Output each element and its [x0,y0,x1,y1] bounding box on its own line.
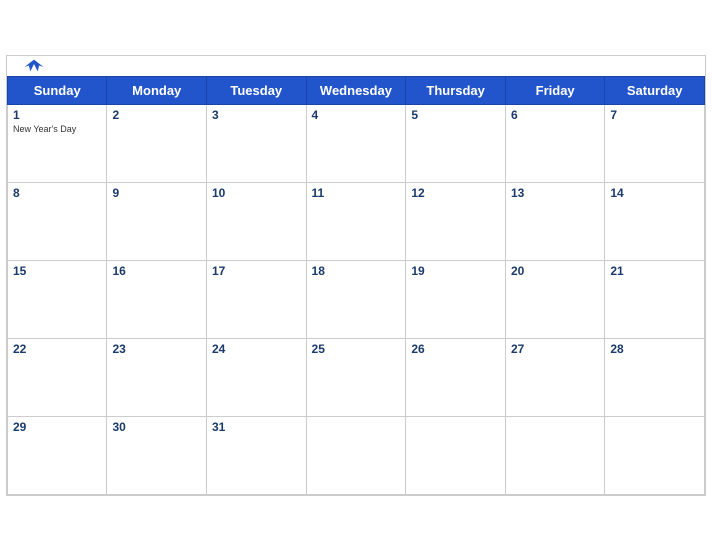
calendar-day-cell: 11 [306,182,406,260]
calendar-day-cell [505,416,604,494]
calendar-day-cell: 18 [306,260,406,338]
calendar-day-cell: 19 [406,260,506,338]
day-number: 25 [312,342,401,356]
day-number: 4 [312,108,401,122]
day-number: 3 [212,108,301,122]
day-number: 10 [212,186,301,200]
weekday-header-saturday: Saturday [605,76,705,104]
day-number: 5 [411,108,500,122]
calendar-day-cell: 9 [107,182,207,260]
day-number: 31 [212,420,301,434]
calendar-day-cell [306,416,406,494]
day-number: 26 [411,342,500,356]
calendar-day-cell: 16 [107,260,207,338]
day-number: 29 [13,420,101,434]
calendar-week-row: 1 New Year's Day 234567 [8,104,705,182]
day-number: 21 [610,264,699,278]
day-number: 9 [112,186,201,200]
day-number: 20 [511,264,599,278]
day-number: 8 [13,186,101,200]
holiday-label: New Year's Day [13,124,101,134]
calendar-day-cell: 25 [306,338,406,416]
weekday-header-tuesday: Tuesday [207,76,307,104]
calendar-day-cell: 30 [107,416,207,494]
day-number: 15 [13,264,101,278]
day-number: 28 [610,342,699,356]
weekday-header-wednesday: Wednesday [306,76,406,104]
calendar-day-cell [605,416,705,494]
calendar-day-cell: 29 [8,416,107,494]
day-number: 27 [511,342,599,356]
calendar-day-cell: 24 [207,338,307,416]
day-number: 2 [112,108,201,122]
calendar-day-cell: 7 [605,104,705,182]
calendar-day-cell: 21 [605,260,705,338]
day-number: 6 [511,108,599,122]
calendar-day-cell: 27 [505,338,604,416]
calendar-wrapper: SundayMondayTuesdayWednesdayThursdayFrid… [6,55,706,496]
weekday-header-monday: Monday [107,76,207,104]
calendar-week-row: 29 30 31 [8,416,705,494]
day-number: 23 [112,342,201,356]
calendar-day-cell: 10 [207,182,307,260]
day-number: 1 [13,108,101,122]
calendar-day-cell: 22 [8,338,107,416]
calendar-day-cell: 17 [207,260,307,338]
calendar-day-cell: 1 New Year's Day [8,104,107,182]
calendar-day-cell: 6 [505,104,604,182]
weekday-header-thursday: Thursday [406,76,506,104]
calendar-day-cell: 28 [605,338,705,416]
day-number: 13 [511,186,599,200]
day-number: 12 [411,186,500,200]
calendar-day-cell: 20 [505,260,604,338]
calendar-day-cell: 5 [406,104,506,182]
calendar-day-cell: 15 [8,260,107,338]
day-number: 14 [610,186,699,200]
calendar-day-cell [406,416,506,494]
day-number: 30 [112,420,201,434]
calendar-day-cell: 13 [505,182,604,260]
weekday-header-friday: Friday [505,76,604,104]
day-number: 11 [312,186,401,200]
day-number: 18 [312,264,401,278]
calendar-day-cell: 14 [605,182,705,260]
calendar-week-row: 15 16 17 18 19 20 21 [8,260,705,338]
day-number: 24 [212,342,301,356]
calendar-day-cell: 8 [8,182,107,260]
weekday-header-row: SundayMondayTuesdayWednesdayThursdayFrid… [8,76,705,104]
day-number: 7 [610,108,699,122]
day-number: 19 [411,264,500,278]
calendar-week-row: 89 10 11 12 13 14 [8,182,705,260]
calendar-header [7,56,705,76]
calendar-day-cell: 31 [207,416,307,494]
day-number: 16 [112,264,201,278]
logo-bird-icon [23,57,45,73]
calendar-day-cell: 23 [107,338,207,416]
weekday-header-sunday: Sunday [8,76,107,104]
calendar-day-cell: 2 [107,104,207,182]
calendar-week-row: 22 23 24 25 26 27 28 [8,338,705,416]
calendar-day-cell: 12 [406,182,506,260]
day-number: 22 [13,342,101,356]
logo-area [23,57,45,74]
calendar-day-cell: 26 [406,338,506,416]
day-number: 17 [212,264,301,278]
calendar-day-cell: 3 [207,104,307,182]
calendar-day-cell: 4 [306,104,406,182]
calendar-grid: SundayMondayTuesdayWednesdayThursdayFrid… [7,76,705,495]
